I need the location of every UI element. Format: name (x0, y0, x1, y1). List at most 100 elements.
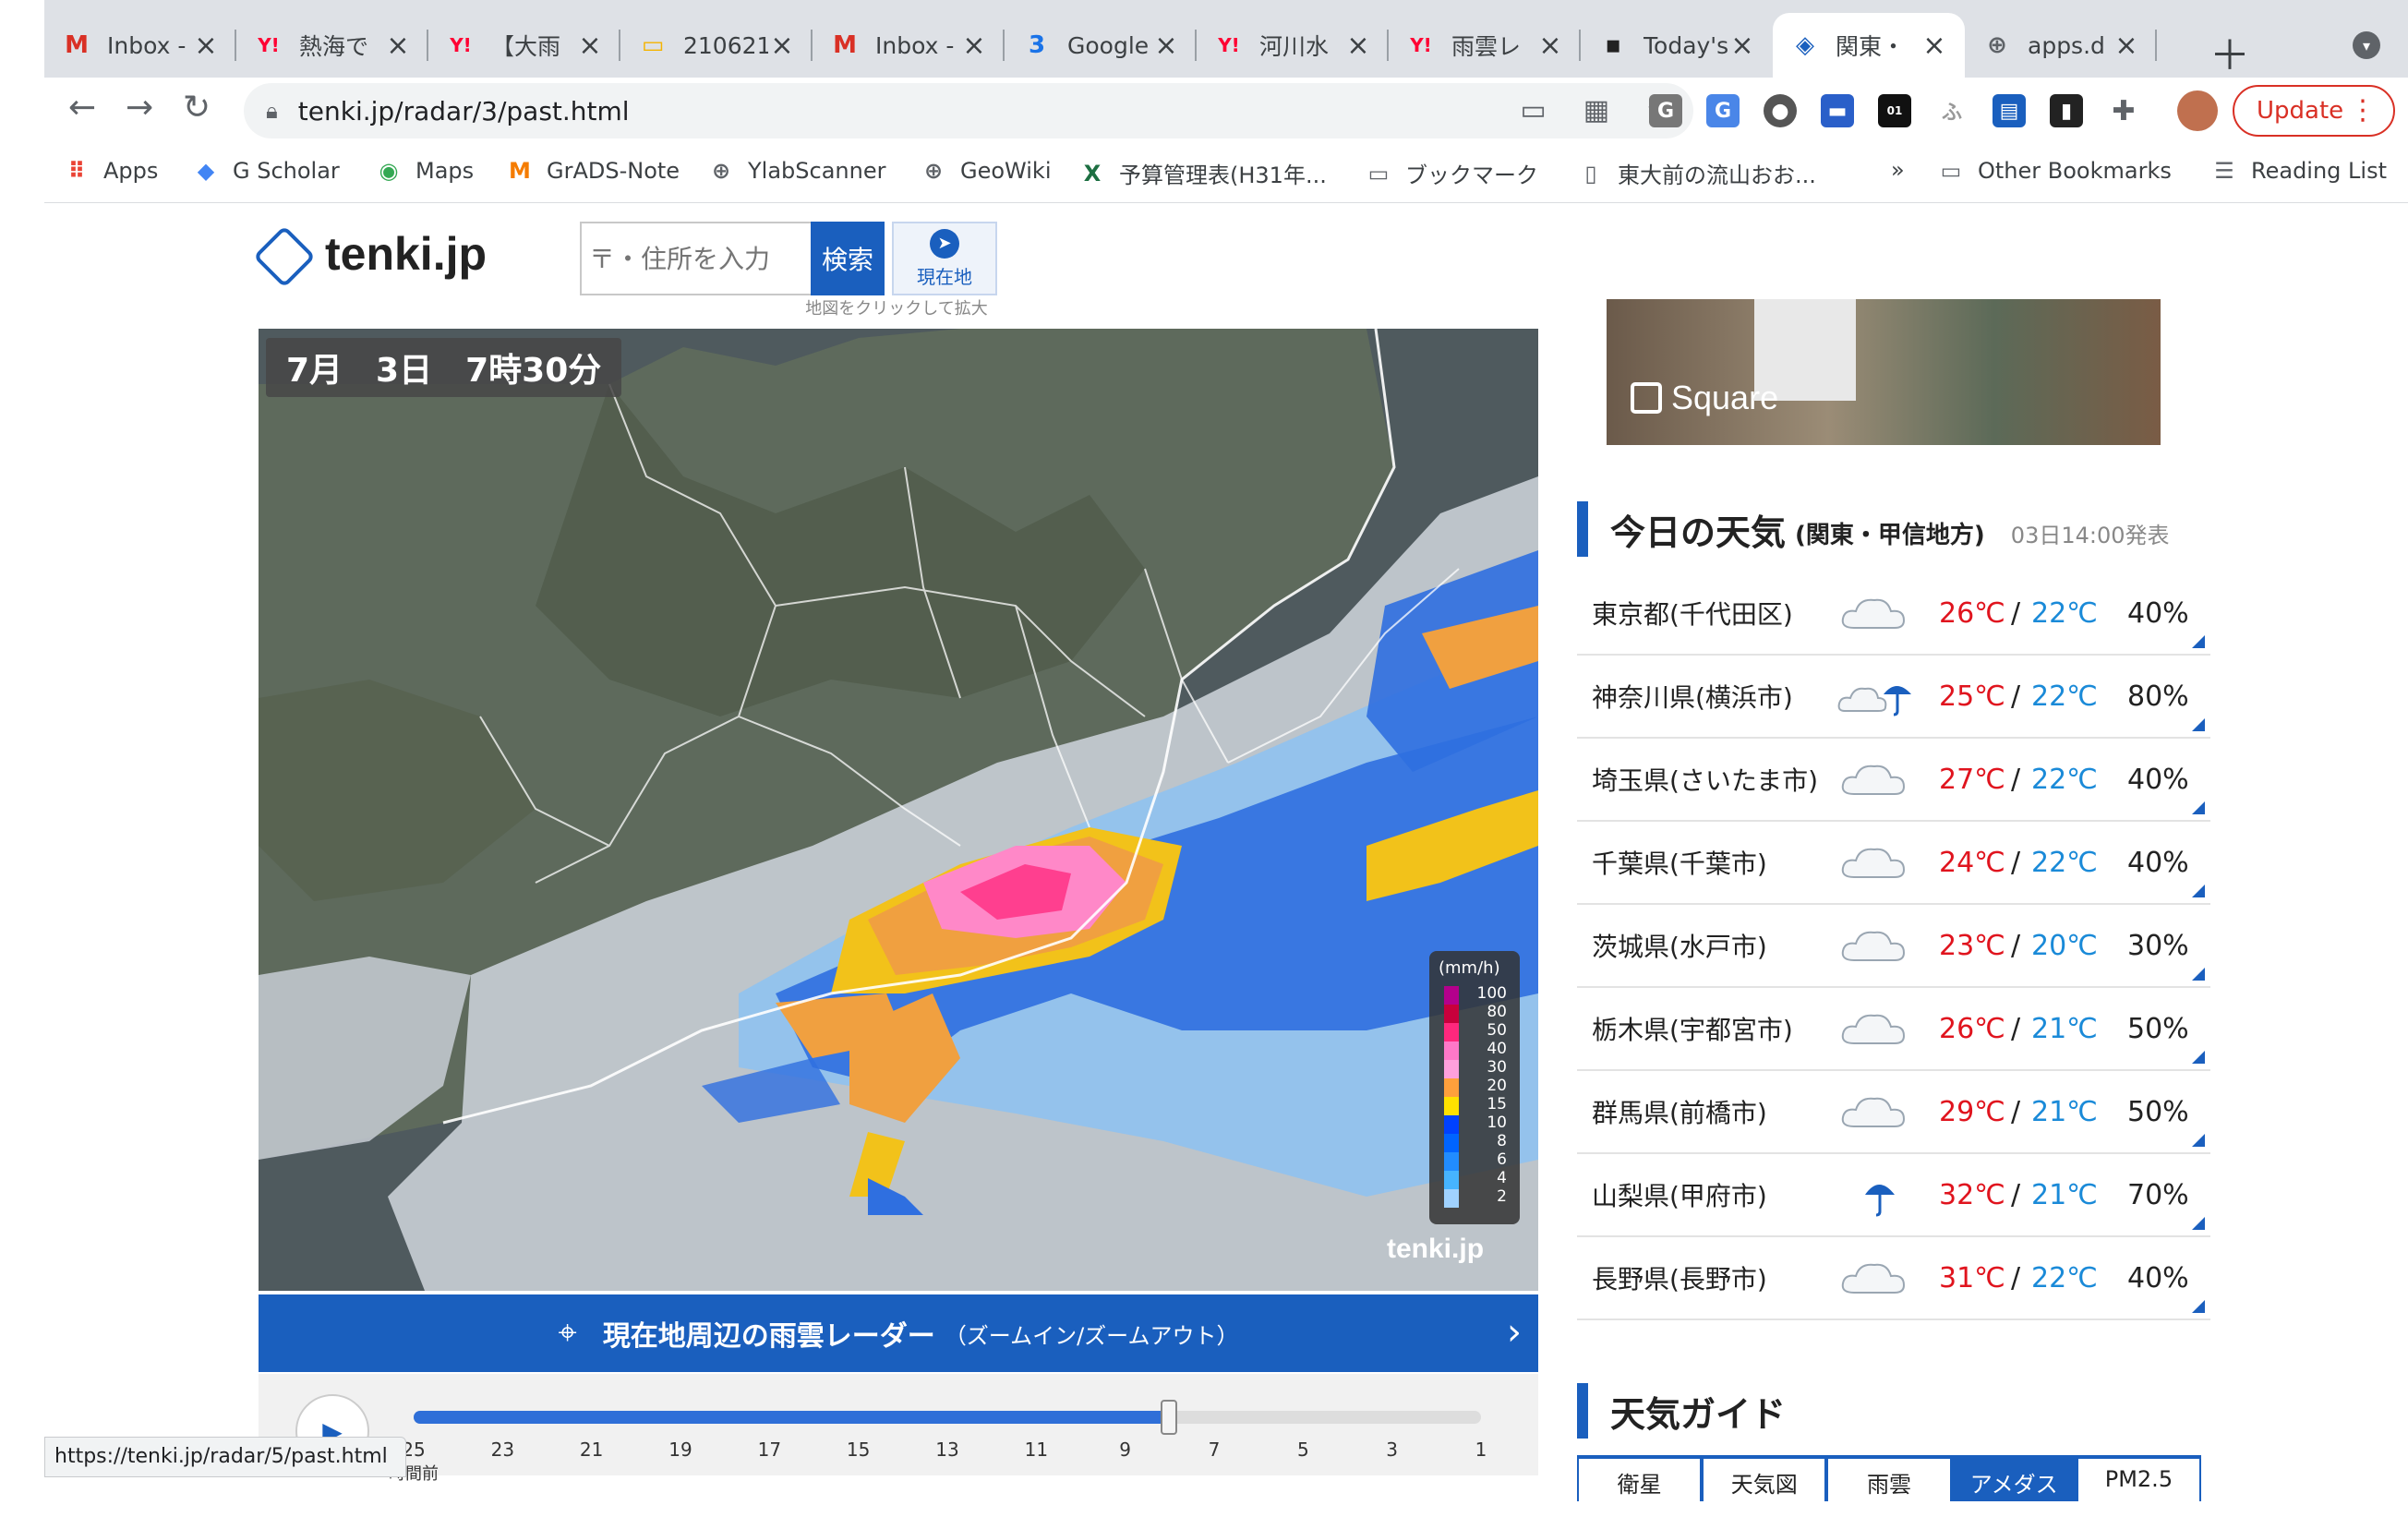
address-search-input[interactable] (580, 222, 811, 295)
current-location-button[interactable]: ➤ 現在地 (892, 222, 997, 295)
qr-code-icon[interactable]: ▦ (1583, 94, 1609, 126)
close-icon[interactable]: × (1152, 30, 1180, 62)
browser-tab[interactable]: Y! 熱海で × (236, 13, 428, 78)
search-button[interactable]: 検索 (811, 222, 885, 295)
guide-tab[interactable]: PM2.5 (2076, 1457, 2201, 1501)
bookmark-item[interactable]: ◆ G Scholar (192, 157, 340, 185)
browser-tab[interactable]: M Inbox - × (44, 13, 236, 78)
binary-extension-icon[interactable]: 01 (1878, 94, 1911, 127)
update-label: Update (2257, 97, 2344, 125)
bookmark-item[interactable]: ▯ 東大前の流山おお... (1577, 157, 1816, 189)
bookmark-item[interactable]: X 予算管理表(H31年... (1078, 157, 1327, 189)
browser-tab[interactable]: M Inbox - × (813, 13, 1005, 78)
close-icon[interactable]: × (768, 30, 796, 62)
dark-reader-extension-icon[interactable]: ● (1764, 94, 1797, 127)
browser-tab[interactable]: ◈ 関東・ × (1773, 13, 1965, 78)
guide-tab[interactable]: アメダス (1951, 1457, 2077, 1501)
weather-row[interactable]: 埼玉県(さいたま市) 27℃/ 22℃ 40% (1577, 739, 2210, 822)
timeline-slider-handle[interactable] (1161, 1400, 1178, 1435)
weather-row[interactable]: 栃木県(宇都宮市) 26℃/ 21℃ 50% (1577, 988, 2210, 1071)
chevron-right-icon: › (1507, 1311, 1522, 1354)
guide-tab[interactable]: 衛星 (1577, 1457, 1703, 1501)
browser-tab[interactable]: Y! 【大雨 × (428, 13, 620, 78)
globe-icon: ⊕ (923, 158, 944, 184)
legend-swatch (1444, 1060, 1459, 1078)
profile-avatar[interactable] (2177, 90, 2218, 131)
site-logo[interactable]: tenki.jp (325, 227, 487, 281)
timeline-slider[interactable] (414, 1400, 1481, 1435)
furigana-extension-icon[interactable]: ふ (1935, 94, 1969, 127)
browser-tab[interactable]: ⊕ apps.d × (1965, 13, 2157, 78)
tab-manager-extension-icon[interactable]: ▬ (1821, 94, 1854, 127)
extensions-puzzle-icon[interactable]: ✚ (2107, 94, 2140, 127)
square-advertisement[interactable]: Square (1607, 299, 2161, 445)
low-temp: 20℃ (2031, 929, 2098, 962)
web-page: tenki.jp 検索 ➤ 現在地 地図をクリックして拡大 (44, 203, 2408, 1529)
forward-icon[interactable]: → (126, 89, 153, 126)
weather-row[interactable]: 山梨県(甲府市) 32℃/ 21℃ 70% (1577, 1154, 2210, 1237)
scholar-icon: ◆ (197, 158, 215, 184)
cloudy-icon (1837, 1256, 1920, 1302)
bookmarks-bar: » ⠿ Apps ◆ G Scholar ◉ Maps M GrADS-Note ⊕ YlabSc… (44, 144, 2408, 203)
weather-row[interactable]: 長野県(長野市) 31℃/ 22℃ 40% (1577, 1237, 2210, 1320)
bookmark-item[interactable]: ◉ Maps (375, 157, 475, 185)
browser-tab[interactable]: ▭ 210621 × (620, 13, 813, 78)
new-tab-button[interactable]: ＋ (2209, 22, 2250, 81)
close-icon[interactable]: × (576, 30, 604, 62)
tenki-logo-icon[interactable] (253, 225, 316, 288)
weather-row[interactable]: 群馬県(前橋市) 29℃/ 21℃ 50% (1577, 1071, 2210, 1154)
grammarly-extension-icon[interactable]: G (1649, 94, 1682, 127)
current-location-label: 現在地 (917, 265, 972, 288)
weather-row[interactable]: 茨城県(水戸市) 23℃/ 20℃ 30% (1577, 905, 2210, 988)
page-icon: ▯ (1584, 160, 1597, 187)
tab-title: 河川水 (1259, 33, 1330, 60)
legend-swatch (1444, 986, 1459, 1005)
weather-row[interactable]: 千葉県(千葉市) 24℃/ 22℃ 40% (1577, 822, 2210, 905)
legend-swatch (1444, 1115, 1459, 1134)
browser-tab[interactable]: Y! 雨雲レ × (1389, 13, 1581, 78)
close-icon[interactable]: × (192, 30, 220, 62)
translate-extension-icon[interactable]: G (1706, 94, 1740, 127)
close-icon[interactable]: × (2113, 30, 2140, 62)
weather-row[interactable]: 神奈川県(横浜市) 25℃/ 22℃ 80% (1577, 656, 2210, 739)
menu-dots-icon[interactable]: ⋮ (2349, 94, 2377, 126)
weather-row[interactable]: 東京都(千代田区) 26℃/ 22℃ 40% (1577, 572, 2210, 656)
bookmark-item[interactable]: M GrADS-Note (506, 157, 680, 185)
timeline-tick: 1 (1475, 1439, 1487, 1461)
today-weather-issued: 03日14:00発表 (2010, 522, 2170, 548)
close-icon[interactable]: × (1728, 30, 1756, 62)
reader-extension-icon[interactable]: ▮ (2050, 94, 2083, 127)
bookmark-item[interactable]: ⊕ GeoWiki (920, 157, 1052, 185)
guide-tab[interactable]: 天気図 (1702, 1457, 1827, 1501)
browser-tab[interactable]: ▪ Today's × (1581, 13, 1773, 78)
update-button[interactable]: Update ⋮ (2233, 85, 2395, 137)
close-icon[interactable]: × (960, 30, 988, 62)
legend-swatch (1444, 1023, 1459, 1041)
calendar-extension-icon[interactable]: ▤ (1993, 94, 2026, 127)
tab-search-icon[interactable]: ▾ (2353, 31, 2380, 59)
bookmark-item[interactable]: ▭ Other Bookmarks (1937, 157, 2172, 185)
bookmark-item[interactable]: ⊕ YlabScanner (707, 157, 886, 185)
close-icon[interactable]: × (1920, 30, 1948, 62)
lock-icon[interactable]: 🔒︎ (266, 98, 278, 124)
cast-icon[interactable]: ▭ (1520, 94, 1546, 126)
close-icon[interactable]: × (1536, 30, 1564, 62)
rain-radar-map[interactable]: 7月 3日 7時30分 (mm/h) 100 80 50 40 30 20 15 10 8 6 4 2… (259, 329, 1538, 1291)
back-icon[interactable]: ← (68, 89, 96, 126)
bookmark-item[interactable]: ☰ Reading List (2210, 157, 2387, 185)
guide-tab[interactable]: 雨雲 (1826, 1457, 1952, 1501)
rain-legend: (mm/h) 100 80 50 40 30 20 15 10 8 6 4 2 (1429, 951, 1520, 1224)
bookmarks-overflow-button[interactable]: » (1891, 157, 1905, 183)
bookmark-item[interactable]: ▭ ブックマーク (1365, 157, 1538, 189)
nearby-radar-link[interactable]: ⌖ 現在地周辺の雨雲レーダー （ズームイン/ズームアウト） › (259, 1294, 1538, 1372)
browser-tab[interactable]: Y! 河川水 × (1197, 13, 1389, 78)
browser-tab[interactable]: 3 Google × (1005, 13, 1197, 78)
close-icon[interactable]: × (1344, 30, 1372, 62)
address-bar[interactable]: 🔒︎ tenki.jp/radar/3/past.html ▭ ▦ ☆ (244, 83, 1693, 138)
folder-icon: ▭ (1367, 160, 1390, 187)
legend-swatch (1444, 1078, 1459, 1097)
bookmark-item[interactable]: ⠿ Apps (63, 157, 159, 185)
close-icon[interactable]: × (384, 30, 412, 62)
tab-title: 【大雨 (491, 33, 561, 60)
reload-icon[interactable]: ↻ (183, 89, 211, 126)
